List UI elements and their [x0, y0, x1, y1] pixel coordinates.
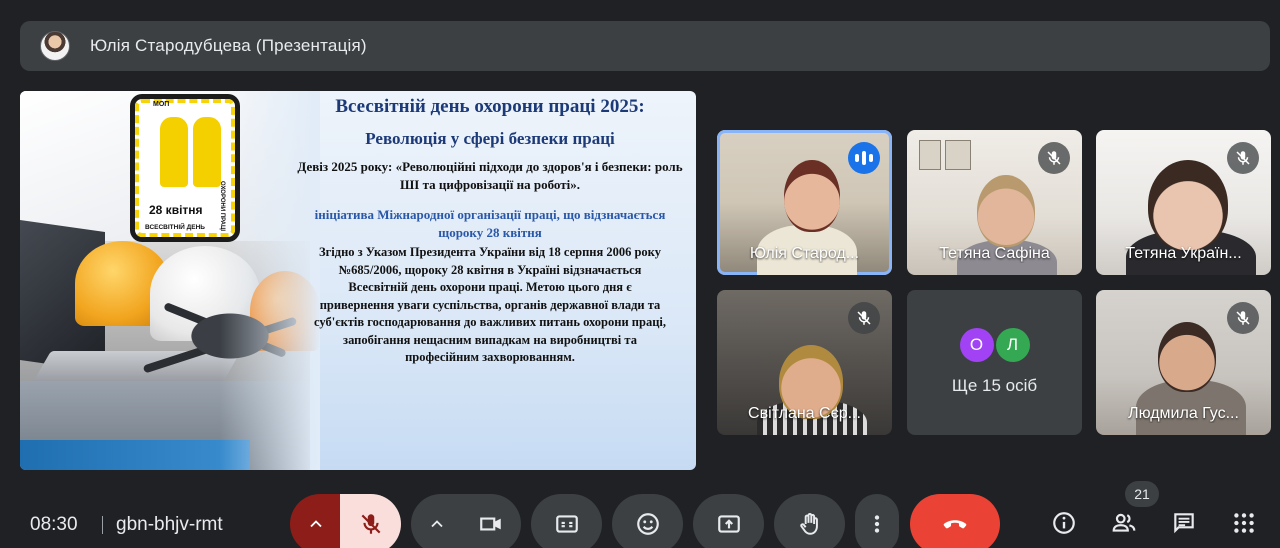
participant-video: [1148, 160, 1228, 250]
reactions-button[interactable]: [612, 494, 683, 548]
activities-button[interactable]: [1229, 508, 1259, 538]
presenter-bar: Юлія Стародубцева (Презентація): [20, 21, 1270, 71]
participant-count-badge: 21: [1125, 481, 1159, 507]
raise-hand-button[interactable]: [774, 494, 845, 548]
slide-title: Всесвітній день охорони праці 2025:: [335, 96, 645, 117]
participant-name: Людмила Гус...: [1128, 405, 1239, 422]
participant-tile-tetiana-ukrainets[interactable]: Тетяна Україн...: [1096, 130, 1271, 275]
participant-name: Юлія Старод...: [749, 245, 860, 262]
presenter-avatar: [40, 31, 70, 61]
meeting-clock: 08:30: [30, 514, 78, 535]
participant-name: Тетяна Сафіна: [939, 245, 1050, 262]
video-options-button[interactable]: [411, 494, 463, 548]
people-icon: [1112, 513, 1136, 532]
call-end-icon: [943, 520, 967, 529]
people-button[interactable]: [1109, 508, 1139, 538]
mic-off-icon: [848, 302, 880, 334]
avatar-l: Л: [995, 328, 1030, 362]
chevron-up-icon: [431, 520, 443, 528]
participant-tile-liudmyla[interactable]: Людмила Гус...: [1096, 290, 1271, 435]
mic-off-icon: [1227, 142, 1259, 174]
more-vert-icon: [874, 515, 880, 533]
slide-body: Згідно з Указом Президента України від 1…: [314, 245, 666, 364]
present-to-all-icon: [717, 515, 740, 533]
poster-date: 28 квітня: [149, 203, 203, 217]
videocam-icon: [480, 517, 501, 531]
mic-off-icon: [1227, 302, 1259, 334]
medic-figure: [193, 117, 221, 187]
participant-tile-tetiana-safina[interactable]: Тетяна Сафіна: [907, 130, 1082, 275]
poster-side-text: ОХОРОНИ ПРАЦІ: [219, 181, 225, 232]
slide-subtitle: Революція у сфері безпеки праці: [365, 129, 615, 148]
chat-icon: [1174, 513, 1194, 534]
audio-options-button[interactable]: [290, 494, 342, 548]
more-options-button[interactable]: [855, 494, 899, 548]
participant-name: Світлана Сєр...: [748, 405, 861, 422]
chat-button[interactable]: [1169, 508, 1199, 538]
info-icon: [1053, 512, 1075, 534]
worker-figure: [160, 117, 188, 187]
participant-tile-svitlana[interactable]: Світлана Сєр...: [717, 290, 892, 435]
leave-call-button[interactable]: [910, 494, 1000, 548]
apps-grid-icon: [1234, 513, 1254, 533]
mic-off-icon: [1038, 142, 1070, 174]
present-screen-button[interactable]: [693, 494, 764, 548]
captions-button[interactable]: [531, 494, 602, 548]
closed-captions-icon: [555, 515, 578, 533]
poster-top-label: МОП: [153, 101, 170, 108]
safety-day-poster: МОП ОХОРОНИ ПРАЦІ 28 квітня ВСЕСВІТНІЙ Д…: [130, 94, 240, 242]
participant-name: Тетяна Україн...: [1125, 245, 1242, 262]
mic-off-icon: [361, 514, 380, 534]
avatar-o: О: [959, 328, 994, 362]
participant-video: [977, 175, 1035, 247]
more-participants-tile[interactable]: О Л Ще 15 осіб: [907, 290, 1082, 435]
slide-initiative: ініціатива Міжнародної організації праці…: [314, 207, 666, 240]
participant-tile-yulia[interactable]: Юлія Старод...: [717, 130, 892, 275]
participant-video: [1158, 322, 1216, 392]
speaking-indicator-icon: [848, 142, 880, 174]
meeting-details-button[interactable]: [1049, 508, 1079, 538]
poster-bottom-text: ВСЕСВІТНІЙ ДЕНЬ: [145, 224, 205, 231]
emoji-icon: [636, 513, 659, 535]
mic-toggle-button[interactable]: [340, 494, 401, 548]
camera-toggle-button[interactable]: [461, 494, 521, 548]
participant-video: [784, 160, 840, 232]
control-bar: 08:30 gbn-bhjv-rmt 21: [0, 481, 1280, 548]
more-participants-label: Ще 15 осіб: [951, 376, 1038, 395]
slide-text: Всесвітній день охорони праці 2025: Рево…: [290, 94, 690, 367]
meeting-code[interactable]: gbn-bhjv-rmt: [116, 514, 223, 536]
chevron-up-icon: [310, 520, 322, 528]
presenter-name: Юлія Стародубцева (Презентація): [90, 36, 367, 55]
hand-icon: [799, 513, 818, 535]
more-avatars: О Л: [907, 328, 1082, 362]
slide-motto: Девіз 2025 року: «Революційні підходи до…: [297, 159, 683, 192]
presentation-slide: МОП ОХОРОНИ ПРАЦІ 28 квітня ВСЕСВІТНІЙ Д…: [20, 91, 696, 470]
